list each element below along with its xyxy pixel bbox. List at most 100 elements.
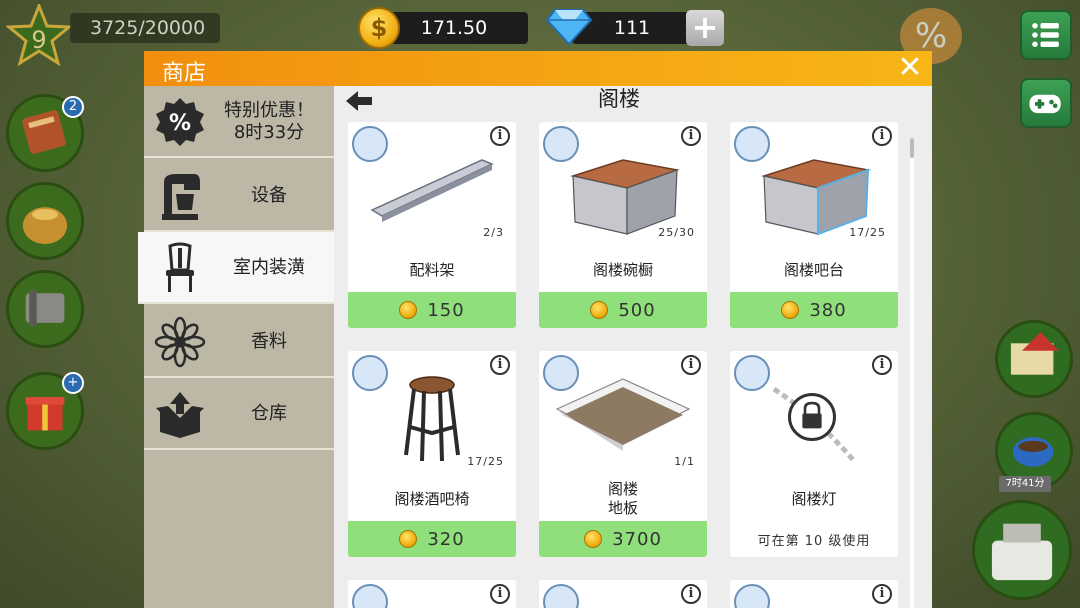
coin-icon xyxy=(584,530,603,548)
cash-register-button[interactable] xyxy=(972,500,1072,600)
special-offer-title: 特别优惠！ xyxy=(224,100,314,121)
coin-balance: 171.50 xyxy=(380,12,528,44)
category-badge-icon xyxy=(734,584,770,608)
buy-button[interactable]: 150 xyxy=(348,292,516,328)
buy-button[interactable]: 500 xyxy=(539,292,707,328)
item-card-loft-bar-stool[interactable]: i 17/25 阁楼酒吧椅 320 xyxy=(348,351,516,557)
chair-icon xyxy=(166,242,194,292)
item-count: 1/1 xyxy=(674,455,695,468)
list-icon xyxy=(1032,23,1059,47)
category-badge-icon xyxy=(543,126,579,162)
scrollbar-track[interactable] xyxy=(910,138,914,608)
gift-add-badge: + xyxy=(62,372,84,394)
sidebar-item-spices[interactable]: 香料 xyxy=(144,306,334,378)
coin-icon xyxy=(781,301,800,319)
mixer-icon xyxy=(162,174,200,220)
item-card-partial[interactable]: i xyxy=(730,580,898,608)
info-icon[interactable]: i xyxy=(490,584,510,604)
interior-label: 室内装潢 xyxy=(233,257,305,278)
item-card-partial[interactable]: i xyxy=(539,580,707,608)
item-card-ingredient-rack[interactable]: i 2/3 配料架 150 xyxy=(348,122,516,328)
info-icon[interactable]: i xyxy=(872,126,892,146)
phone-button[interactable] xyxy=(6,270,84,348)
svg-text:%: % xyxy=(169,111,191,136)
star-anise-icon xyxy=(154,316,206,368)
special-offer-timer: 8时33分 xyxy=(233,122,305,143)
sidebar-item-special-offer[interactable]: % 特别优惠！ 8时33分 xyxy=(144,86,334,158)
category-badge-icon xyxy=(734,126,770,162)
item-card-loft-floor[interactable]: i 1/1 阁楼 地板 3700 xyxy=(539,351,707,557)
info-icon[interactable]: i xyxy=(872,584,892,604)
item-price: 150 xyxy=(427,299,465,321)
coffee-timer: 7时41分 xyxy=(999,476,1051,492)
diamond-icon xyxy=(545,9,593,46)
item-price: 380 xyxy=(809,299,847,321)
category-badge-icon xyxy=(352,126,388,162)
item-price: 500 xyxy=(618,299,656,321)
item-count: 17/25 xyxy=(849,226,886,239)
cash-register-icon xyxy=(991,523,1053,581)
item-count: 2/3 xyxy=(483,226,504,239)
buy-button[interactable]: 320 xyxy=(348,521,516,557)
coin-icon xyxy=(590,301,609,319)
info-icon[interactable]: i xyxy=(681,355,701,375)
level-star-icon[interactable]: 9 xyxy=(6,4,72,70)
item-card-loft-bar-counter[interactable]: i 17/25 阁楼吧台 380 xyxy=(730,122,898,328)
sack-icon xyxy=(22,207,68,245)
phone-icon xyxy=(25,289,65,327)
item-card-loft-lamp[interactable]: i 阁楼灯 可在第 10 级使用 xyxy=(730,351,898,557)
sidebar-item-interior[interactable]: 室内装潢 xyxy=(138,232,334,304)
section-title: 阁楼 xyxy=(598,87,640,111)
item-count: 17/25 xyxy=(467,455,504,468)
xp-counter: 3725/20000 xyxy=(70,13,220,43)
sidebar-item-storage[interactable]: 仓库 xyxy=(144,378,334,450)
level-number: 9 xyxy=(31,26,46,54)
item-name: 阁楼 地板 xyxy=(607,480,638,517)
shop-panel: 商店 ✕ % 特别优惠！ 8时33分 设备 室内装潢 香料 仓库 阁楼 i 2/… xyxy=(138,51,932,608)
coin-icon: $ xyxy=(358,7,400,49)
back-arrow-icon[interactable] xyxy=(344,88,374,114)
info-icon[interactable]: i xyxy=(490,126,510,146)
percent-icon: % xyxy=(156,98,204,146)
box-icon xyxy=(156,392,204,438)
gamepad-icon xyxy=(1029,94,1061,114)
shop-content: 阁楼 i 2/3 配料架 150 i 25/30 阁楼碗橱 500 i 17/2… xyxy=(334,86,932,608)
item-name: 阁楼酒吧椅 xyxy=(394,489,470,508)
category-badge-icon xyxy=(352,584,388,608)
shop-header: 商店 ✕ xyxy=(144,51,932,86)
buy-gems-button[interactable]: + xyxy=(686,10,724,46)
info-icon[interactable]: i xyxy=(872,355,892,375)
category-badge-icon xyxy=(352,355,388,391)
scrollbar-thumb[interactable] xyxy=(910,138,914,158)
item-name: 阁楼吧台 xyxy=(783,260,844,279)
equipment-label: 设备 xyxy=(251,185,287,206)
item-count: 25/30 xyxy=(658,226,695,239)
buy-button[interactable]: 380 xyxy=(730,292,898,328)
item-name: 配料架 xyxy=(409,260,455,279)
category-badge-icon xyxy=(543,355,579,391)
buy-button[interactable]: 3700 xyxy=(539,521,707,557)
item-name: 阁楼碗橱 xyxy=(592,260,653,279)
ingredients-button[interactable] xyxy=(6,182,84,260)
shop-sidebar: % 特别优惠！ 8时33分 设备 室内装潢 香料 仓库 xyxy=(138,86,334,608)
menu-button[interactable] xyxy=(1020,10,1072,60)
lock-icon xyxy=(788,393,836,441)
book-count-badge: 2 xyxy=(62,96,84,118)
item-price: 3700 xyxy=(612,528,662,550)
map-button[interactable] xyxy=(995,320,1073,398)
item-price: 320 xyxy=(427,528,465,550)
special-offer-label: 特别优惠！ 8时33分 xyxy=(214,86,324,158)
sidebar-item-equipment[interactable]: 设备 xyxy=(144,160,334,232)
info-icon[interactable]: i xyxy=(681,126,701,146)
item-card-loft-cupboard[interactable]: i 25/30 阁楼碗橱 500 xyxy=(539,122,707,328)
close-button[interactable]: ✕ xyxy=(896,53,924,83)
spices-label: 香料 xyxy=(251,331,287,352)
unlock-level-text: 可在第 10 级使用 xyxy=(757,533,871,549)
coin-icon xyxy=(399,530,418,548)
games-button[interactable] xyxy=(1020,78,1072,128)
info-icon[interactable]: i xyxy=(681,584,701,604)
map-icon xyxy=(1010,332,1059,375)
category-badge-icon xyxy=(734,355,770,391)
item-card-partial[interactable]: i xyxy=(348,580,516,608)
info-icon[interactable]: i xyxy=(490,355,510,375)
